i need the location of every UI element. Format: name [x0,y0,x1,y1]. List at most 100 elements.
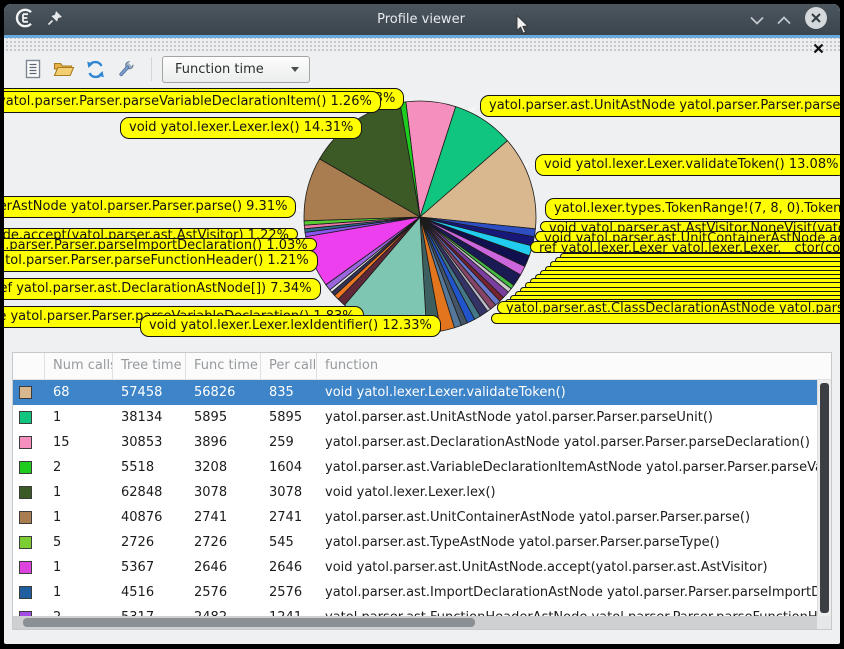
pie-chart-panel: yatol.parser.ast.DeclarationAstNode yato… [4,86,840,348]
cell-color [13,480,45,505]
col-header-per-call[interactable]: Per call [261,353,317,379]
cell-function: void yatol.lexer.Lexer.validateToken() [317,380,817,405]
cell-per-call: 545 [261,530,317,555]
pie-callout-label: yatol.parser.ast.VariableDeclarationItem… [4,91,381,113]
table-header[interactable]: Num calls Tree time Func time Per call f… [13,353,831,380]
pie-callout-label: yatol.parser.ast.UnitContainerAstNode ya… [4,196,296,218]
col-header-func-time[interactable]: Func time [186,353,261,379]
vertical-scrollbar[interactable] [817,380,831,616]
cell-color [13,605,45,616]
horizontal-scrollbar-handle[interactable] [23,618,475,627]
cell-num-calls: 5 [45,530,113,555]
cell-tree-time: 2726 [113,530,186,555]
cell-num-calls: 1 [45,405,113,430]
pie-callout-label: ref yatol.lexer.Lexer yatol.lexer.Lexer.… [530,241,840,253]
mouse-cursor [516,15,530,39]
cell-num-calls: 2 [45,605,113,616]
cell-per-call: 3078 [261,480,317,505]
pie-callout-label: yatol.lexer.types.TokenRange!(7, 8, 0).T… [545,198,840,220]
row-color-swatch [19,561,32,574]
pin-icon[interactable] [46,9,64,31]
cell-tree-time: 38134 [113,405,186,430]
pie-callout-label: void yatol.lexer.Lexer.lexIdentifier() 1… [140,315,441,337]
cell-func-time: 5895 [186,405,261,430]
document-list-icon[interactable] [20,56,46,82]
cell-func-time: 2741 [186,505,261,530]
cell-color [13,455,45,480]
minimize-button[interactable] [750,10,764,29]
cell-tree-time: 5518 [113,455,186,480]
table-row[interactable]: 1451625762576yatol.parser.ast.ImportDecl… [13,580,817,605]
window-title: Profile viewer [244,12,598,27]
cell-per-call: 5895 [261,405,317,430]
titlebar[interactable]: Profile viewer [4,4,840,35]
table-row[interactable]: 2531724821241yatol.parser.ast.FunctionHe… [13,605,817,616]
cell-function: yatol.parser.ast.TypeAstNode yatol.parse… [317,530,817,555]
table-row[interactable]: 15308533896259yatol.parser.ast.Declarati… [13,430,817,455]
row-color-swatch [19,511,32,524]
pie-callout-label: void yatol.parser.Parser.parseDeclaratio… [4,278,321,300]
cell-tree-time: 5367 [113,555,186,580]
cell-per-call: 2576 [261,580,317,605]
row-color-swatch [19,461,32,474]
table-row[interactable]: 2551832081604yatol.parser.ast.VariableDe… [13,455,817,480]
table-row[interactable]: 14087627412741yatol.parser.ast.UnitConta… [13,505,817,530]
scrollbar-corner [817,616,831,629]
table-row[interactable]: 685745856826835void yatol.lexer.Lexer.va… [13,380,817,405]
app-logo-icon [14,7,36,33]
pie-callout-label: yatol.parser.ast.UnitAstNode yatol.parse… [480,95,840,117]
col-header-function[interactable]: function [317,353,831,379]
row-color-swatch [19,436,32,449]
cell-tree-time: 30853 [113,430,186,455]
close-button[interactable] [804,6,828,34]
vertical-scrollbar-handle[interactable] [820,383,829,613]
cell-num-calls: 1 [45,480,113,505]
cell-tree-time: 57458 [113,380,186,405]
cell-func-time: 2576 [186,580,261,605]
cell-function: yatol.parser.ast.DeclarationAstNode yato… [317,430,817,455]
profile-table: Num calls Tree time Func time Per call f… [12,352,832,630]
metric-select[interactable]: Function time [162,56,310,83]
horizontal-scrollbar[interactable] [13,616,817,629]
cell-function: yatol.parser.ast.UnitAstNode yatol.parse… [317,405,817,430]
cell-func-time: 2646 [186,555,261,580]
row-color-swatch [19,386,32,399]
maximize-button[interactable] [777,10,791,29]
cell-func-time: 2726 [186,530,261,555]
cell-func-time: 56826 [186,380,261,405]
chevron-down-icon [291,67,299,72]
open-folder-icon[interactable] [51,56,77,82]
pie-callout-label: yatol.parser.ast.FunctionHeaderAstNode y… [4,250,318,272]
profile-viewer-window: Profile viewer [4,4,840,644]
cell-function: yatol.parser.ast.ImportDeclarationAstNod… [317,580,817,605]
cell-func-time: 3078 [186,480,261,505]
row-color-swatch [19,586,32,599]
cell-num-calls: 1 [45,505,113,530]
wrench-icon[interactable] [113,56,139,82]
table-row[interactable]: 13813458955895yatol.parser.ast.UnitAstNo… [13,405,817,430]
cell-tree-time: 40876 [113,505,186,530]
toolbar-separator [151,57,152,81]
table-row[interactable]: 1536726462646void yatol.parser.ast.UnitA… [13,555,817,580]
cell-color [13,580,45,605]
table-row[interactable]: 527262726545yatol.parser.ast.TypeAstNode… [13,530,817,555]
col-header-num-calls[interactable]: Num calls [45,353,113,379]
refresh-icon[interactable] [82,56,108,82]
dock-titlebar[interactable] [4,38,840,52]
cell-func-time: 2482 [186,605,261,616]
table-row[interactable]: 16284830783078void yatol.lexer.Lexer.lex… [13,480,817,505]
cell-color [13,430,45,455]
cell-func-time: 3208 [186,455,261,480]
pie-callout-label: void yatol.lexer.Lexer.validateToken() 1… [535,154,840,176]
metric-select-value: Function time [175,62,264,77]
col-header-tree-time[interactable]: Tree time [113,353,186,379]
cell-per-call: 1241 [261,605,317,616]
col-header-color[interactable] [13,353,45,379]
dock-close-icon[interactable] [813,39,824,50]
cell-color [13,405,45,430]
cell-function: yatol.parser.ast.VariableDeclarationItem… [317,455,817,480]
cell-function: void yatol.lexer.Lexer.lex() [317,480,817,505]
row-color-swatch [19,411,32,424]
cell-per-call: 259 [261,430,317,455]
cell-tree-time: 5317 [113,605,186,616]
